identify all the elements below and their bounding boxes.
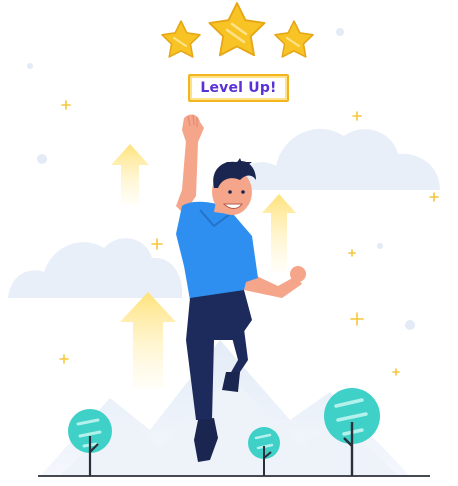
cloud-right	[232, 128, 440, 190]
level-up-illustration: Level Up!	[0, 0, 458, 486]
star-icon-center	[208, 2, 266, 57]
scene-artwork	[8, 2, 440, 477]
arrow-up-right	[262, 194, 296, 272]
level-up-label: Level Up!	[200, 80, 277, 96]
cloud-left	[8, 238, 183, 298]
star-icon-right	[274, 20, 314, 58]
level-up-badge: Level Up!	[188, 74, 289, 102]
arrow-up-left	[111, 144, 149, 205]
star-icon-left	[161, 20, 201, 58]
arrow-up-large	[120, 292, 176, 388]
